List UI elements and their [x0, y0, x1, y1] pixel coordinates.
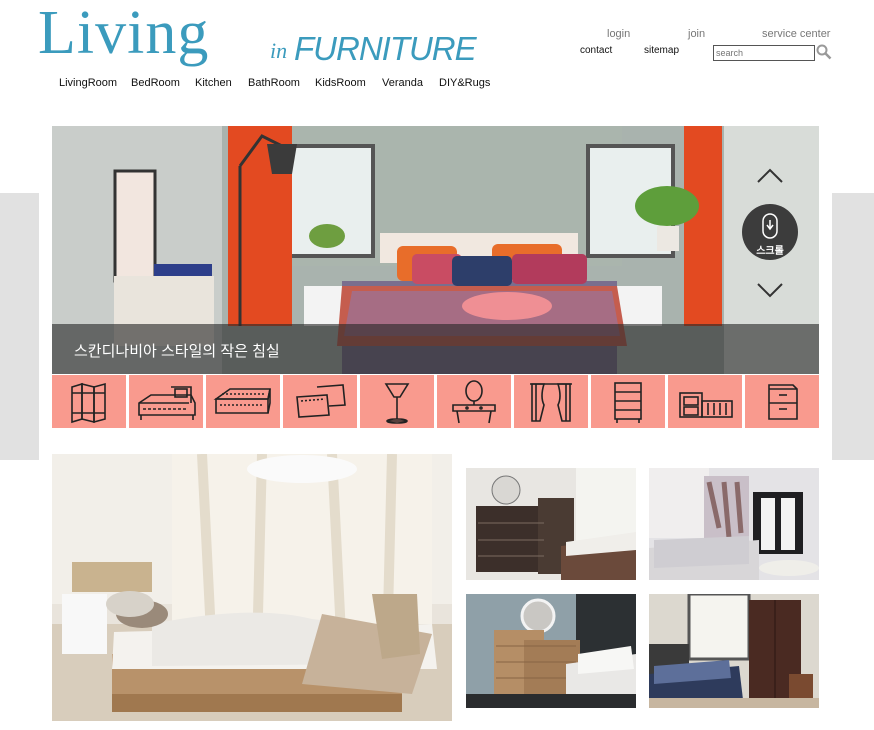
bedroom-image-3 — [466, 594, 636, 708]
logo-furniture-text: FURNITURE — [294, 30, 477, 67]
pillow-icon — [296, 384, 346, 418]
category-mattress[interactable] — [206, 375, 280, 428]
hero-caption-bar: 스칸디나비아 스타일의 작은 침실 — [52, 324, 819, 374]
left-side-panel — [0, 193, 39, 460]
featured-bedroom-photo[interactable] — [52, 454, 452, 721]
bedroom-photo-4[interactable] — [649, 594, 819, 708]
logo-living-text: Living — [38, 0, 210, 67]
nav-kitchen[interactable]: Kitchen — [195, 77, 232, 89]
category-bed[interactable] — [129, 375, 203, 428]
logo-in-text: in — [270, 38, 288, 63]
scroll-up-chevron-icon[interactable] — [756, 168, 784, 184]
scroll-down-chevron-icon[interactable] — [756, 282, 784, 298]
join-link[interactable]: join — [688, 28, 705, 40]
service-center-link[interactable]: service center — [762, 28, 830, 40]
dresser-mirror-icon — [452, 380, 496, 424]
search-input[interactable] — [713, 45, 815, 61]
nav-diy-rugs[interactable]: DIY&Rugs — [439, 77, 490, 89]
scroll-label: 스크롤 — [756, 246, 784, 257]
drawer-chest-icon — [614, 382, 642, 423]
category-bar — [52, 375, 819, 428]
bedroom-image-1 — [466, 468, 636, 580]
category-pillow[interactable] — [283, 375, 357, 428]
sitemap-link[interactable]: sitemap — [644, 45, 679, 56]
mouse-scroll-icon — [762, 213, 778, 239]
screen-icon — [71, 382, 106, 424]
category-curtain[interactable] — [514, 375, 588, 428]
featured-bedroom-image — [52, 454, 452, 721]
category-dresser-mirror[interactable] — [437, 375, 511, 428]
bedroom-image-4 — [649, 594, 819, 708]
scroll-button[interactable]: 스크롤 — [742, 204, 798, 260]
hero-slideshow[interactable]: 스크롤 스칸디나비아 스타일의 작은 침실 — [52, 126, 819, 374]
nav-bedroom[interactable]: BedRoom — [131, 77, 180, 89]
nav-kidsroom[interactable]: KidsRoom — [315, 77, 366, 89]
hero-caption: 스칸디나비아 스타일의 작은 침실 — [74, 343, 280, 360]
login-link[interactable]: login — [607, 28, 630, 40]
bed-icon — [138, 386, 196, 420]
category-shelf[interactable] — [668, 375, 742, 428]
nav-bathroom[interactable]: BathRoom — [248, 77, 300, 89]
lamp-icon — [384, 383, 410, 424]
category-cabinet[interactable] — [745, 375, 819, 428]
shelf-icon — [679, 392, 733, 418]
category-drawer-chest[interactable] — [591, 375, 665, 428]
right-side-panel — [832, 193, 874, 460]
curtain-icon — [530, 383, 572, 422]
contact-link[interactable]: contact — [580, 45, 612, 56]
nav-veranda[interactable]: Veranda — [382, 77, 423, 89]
nav-livingroom[interactable]: LivingRoom — [59, 77, 117, 89]
category-lamp[interactable] — [360, 375, 434, 428]
bedroom-photo-3[interactable] — [466, 594, 636, 708]
bedroom-photo-1[interactable] — [466, 468, 636, 580]
category-screen[interactable] — [52, 375, 126, 428]
mattress-icon — [213, 388, 271, 414]
cabinet-icon — [768, 384, 798, 420]
bedroom-image-2 — [649, 468, 819, 580]
site-logo[interactable]: Living in FURNITURE — [38, 0, 477, 76]
search-icon[interactable] — [816, 44, 832, 60]
bedroom-photo-2[interactable] — [649, 468, 819, 580]
